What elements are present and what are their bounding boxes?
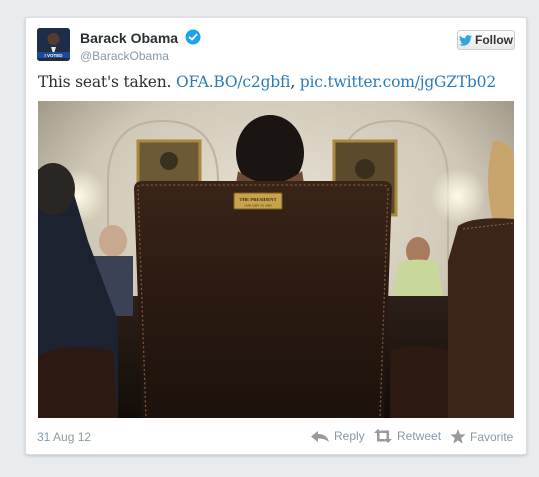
author-handle[interactable]: @BarackObama — [80, 49, 169, 63]
follow-button[interactable]: Follow — [457, 30, 515, 50]
follow-button-label: Follow — [475, 33, 513, 47]
retweet-button[interactable]: Retweet — [373, 429, 441, 443]
tweet-footer: 31 Aug 12 Reply Retweet Favorite — [26, 427, 526, 447]
star-icon — [450, 429, 466, 444]
favorite-button[interactable]: Favorite — [450, 429, 513, 444]
reply-icon — [311, 430, 329, 442]
tweet-text: This seat's taken. OFA.BO/c2gbfi, pic.tw… — [38, 73, 496, 91]
tweet-body: This seat's taken. — [38, 73, 172, 91]
tweet-comma: , — [290, 73, 296, 91]
photo-scene: THE PRESIDENT JANUARY 20, 2009 — [38, 101, 514, 418]
plaque-line1: THE PRESIDENT — [239, 197, 276, 202]
retweet-icon — [374, 429, 392, 443]
favorite-label: Favorite — [470, 429, 514, 444]
twitter-bird-icon — [459, 34, 472, 46]
avatar-badge-text: I VOTED — [44, 53, 63, 58]
verified-badge-icon — [185, 29, 201, 45]
reply-button[interactable]: Reply — [310, 429, 365, 443]
tweet-link[interactable]: OFA.BO/c2gbfi — [176, 73, 291, 91]
tweet-date[interactable]: 31 Aug 12 — [37, 430, 91, 444]
avatar-image: I VOTED — [37, 28, 70, 61]
tweet-photo[interactable]: THE PRESIDENT JANUARY 20, 2009 — [38, 101, 514, 418]
tweet-pic-link[interactable]: pic.twitter.com/jgGZTb02 — [300, 73, 496, 91]
avatar[interactable]: I VOTED — [37, 28, 70, 61]
author-name[interactable]: Barack Obama — [80, 30, 178, 46]
tweet-card: I VOTED Barack Obama @BarackObama Follow… — [25, 17, 527, 455]
reply-label: Reply — [334, 429, 365, 443]
retweet-label: Retweet — [397, 429, 442, 443]
